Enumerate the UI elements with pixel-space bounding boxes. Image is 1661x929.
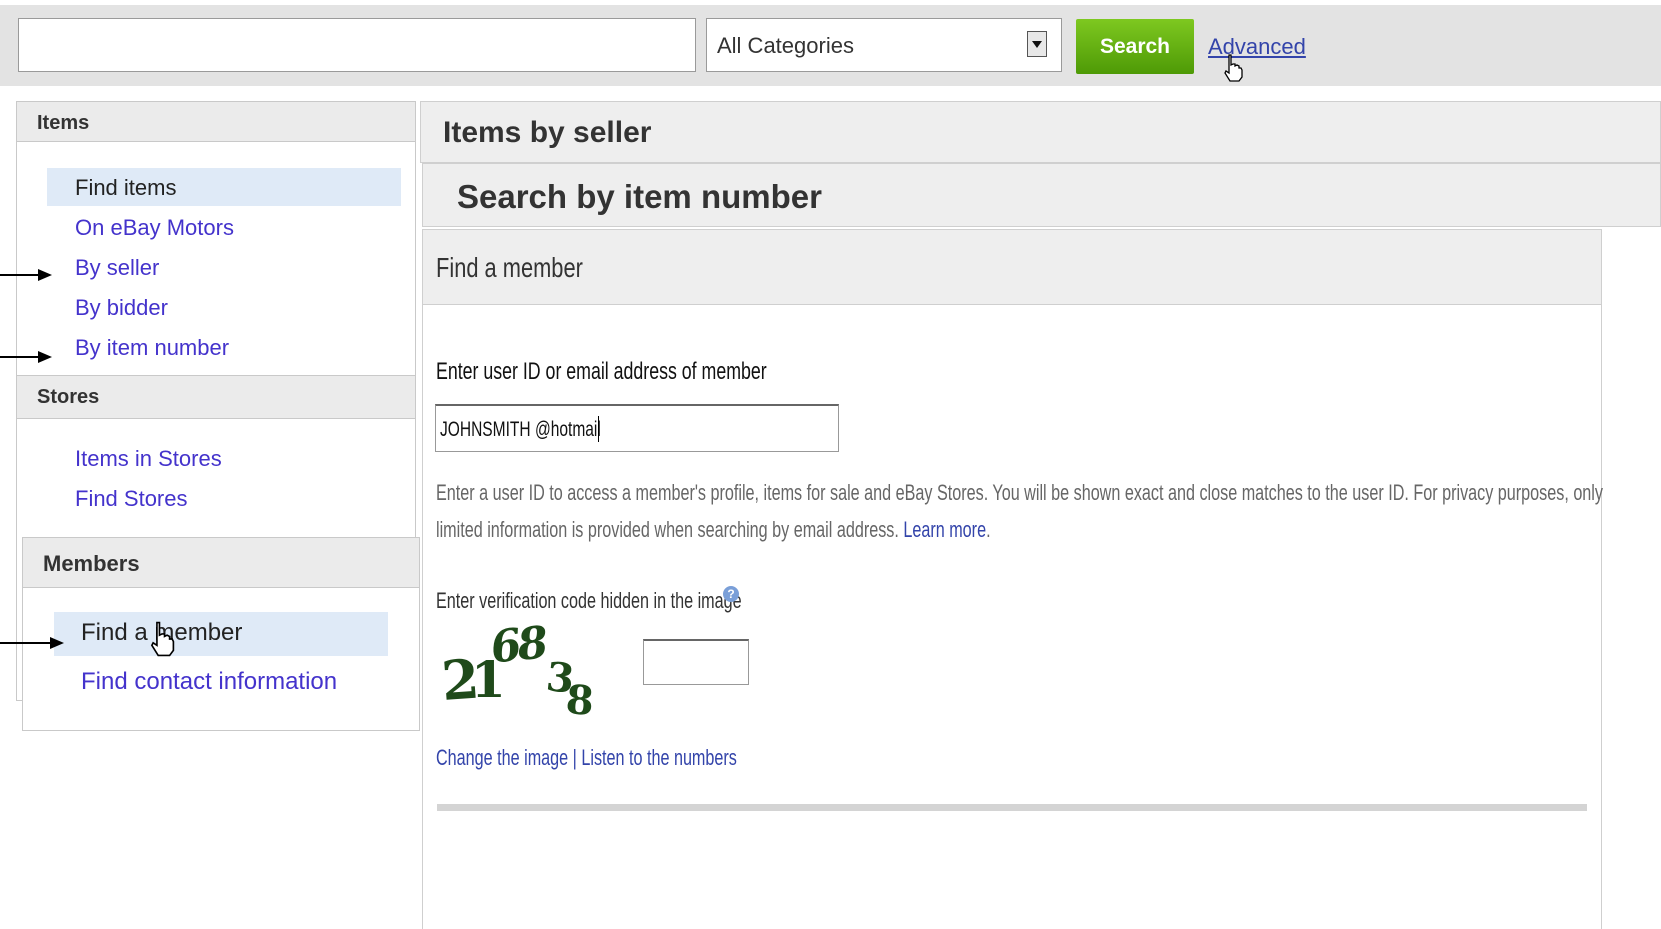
- listen-numbers-link[interactable]: Listen to the numbers: [581, 745, 737, 770]
- userid-input[interactable]: JOHNSMITH @hotmail: [435, 404, 839, 452]
- captcha-links: Change the image | Listen to the numbers: [436, 745, 737, 771]
- category-select[interactable]: All Categories: [706, 18, 1062, 72]
- sidebar-items-section: Items Find items On eBay Motors By selle…: [16, 101, 416, 376]
- text-cursor: [598, 416, 599, 442]
- find-member-panel: Find a member Enter user ID or email add…: [422, 229, 1603, 929]
- sidebar-item-find-stores[interactable]: Find Stores: [75, 486, 188, 512]
- annotation-arrow-find-a-member: [0, 642, 52, 644]
- annotation-arrow-by-item-number: [0, 356, 40, 358]
- arrow-right-icon: [50, 637, 64, 649]
- arrow-right-icon: [38, 351, 52, 363]
- svg-text:8: 8: [564, 676, 595, 725]
- captcha-input[interactable]: [643, 639, 749, 685]
- change-image-link[interactable]: Change the image: [436, 745, 568, 770]
- arrow-right-icon: [38, 269, 52, 281]
- sidebar-members-section: Members Find a member Find contact infor…: [22, 537, 420, 731]
- search-by-item-number-title: Search by item number: [457, 178, 822, 215]
- sidebar-items-header: Items: [17, 102, 415, 142]
- sidebar-stores-header: Stores: [17, 376, 415, 419]
- svg-text:8: 8: [514, 617, 551, 671]
- description-period: .: [986, 517, 991, 542]
- captcha-image: 2 1 6 8 3 8: [439, 617, 595, 725]
- find-member-title: Find a member: [436, 252, 583, 283]
- search-by-item-number-bar[interactable]: Search by item number: [422, 163, 1661, 227]
- description-line-1: Enter a user ID to access a member's pro…: [436, 480, 1603, 505]
- sidebar-item-find-items[interactable]: Find items: [75, 175, 176, 201]
- sidebar-item-on-ebay-motors[interactable]: On eBay Motors: [75, 215, 234, 241]
- items-by-seller-bar[interactable]: Items by seller: [420, 101, 1661, 163]
- description-line-2-text: limited information is provided when sea…: [436, 517, 899, 542]
- description-line-2: limited information is provided when sea…: [436, 517, 991, 543]
- sidebar-item-by-item-number[interactable]: By item number: [75, 335, 229, 361]
- verification-label: Enter verification code hidden in the im…: [436, 588, 742, 613]
- hand-cursor-icon: [1224, 54, 1243, 82]
- sidebar-item-items-in-stores[interactable]: Items in Stores: [75, 446, 222, 472]
- link-separator: |: [572, 745, 577, 770]
- sidebar-item-by-seller[interactable]: By seller: [75, 255, 159, 281]
- search-input[interactable]: [18, 18, 696, 72]
- chevron-down-icon[interactable]: [1027, 31, 1047, 57]
- sidebar-item-by-bidder[interactable]: By bidder: [75, 295, 168, 321]
- find-member-header: [423, 230, 1601, 305]
- search-button[interactable]: Search: [1076, 19, 1194, 74]
- sidebar-item-find-contact-information[interactable]: Find contact information: [81, 668, 337, 696]
- userid-label: Enter user ID or email address of member: [436, 358, 767, 385]
- annotation-arrow-by-seller: [0, 274, 40, 276]
- divider: [437, 804, 1587, 811]
- category-select-value: All Categories: [717, 33, 854, 58]
- userid-input-value: JOHNSMITH @hotmail: [440, 418, 601, 441]
- help-icon[interactable]: ?: [723, 586, 739, 602]
- items-by-seller-title: Items by seller: [443, 116, 652, 149]
- hand-cursor-icon: [150, 621, 175, 657]
- sidebar-members-header: Members: [23, 538, 419, 588]
- learn-more-link[interactable]: Learn more: [903, 517, 986, 542]
